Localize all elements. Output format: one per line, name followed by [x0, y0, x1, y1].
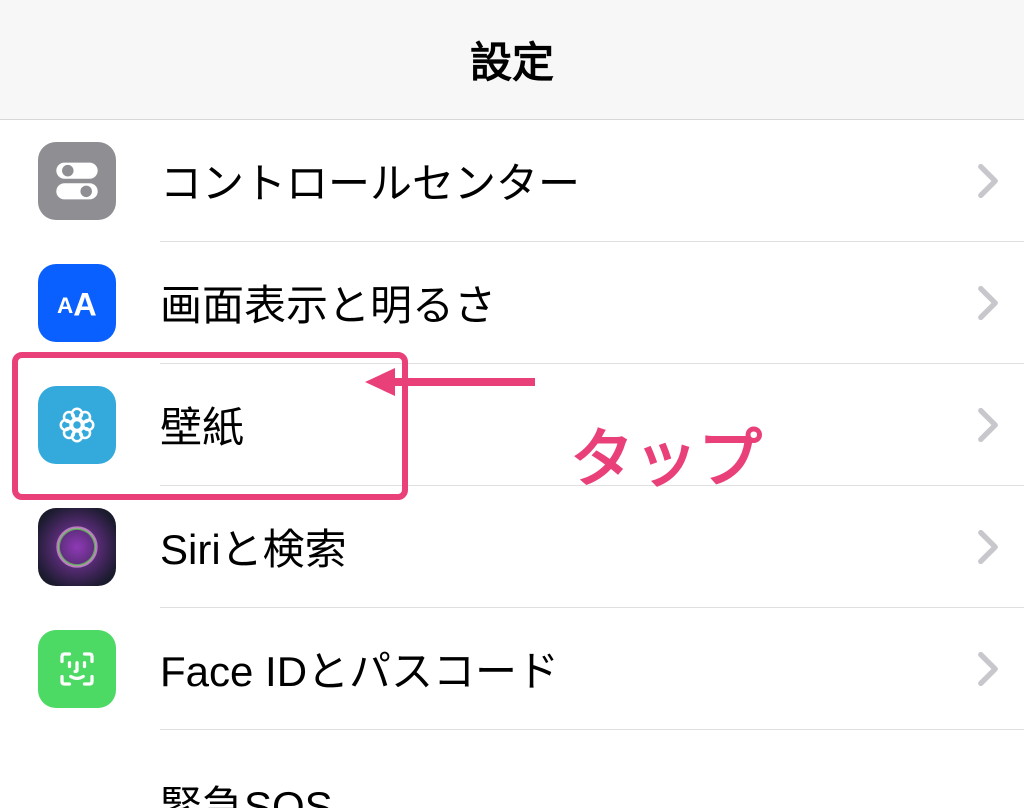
- face-id-icon: [38, 630, 116, 708]
- row-label: Face IDとパスコード: [160, 638, 559, 699]
- svg-text:A: A: [73, 286, 96, 322]
- control-center-icon: [38, 142, 116, 220]
- chevron-right-icon: [977, 163, 999, 199]
- row-siri-search[interactable]: Siriと検索: [160, 486, 1024, 608]
- row-display-brightness[interactable]: A A 画面表示と明るさ: [160, 242, 1024, 364]
- chevron-right-icon: [977, 407, 999, 443]
- row-emergency-sos[interactable]: SOS 緊急SOS: [160, 730, 1024, 808]
- chevron-right-icon: [977, 651, 999, 687]
- chevron-right-icon: [977, 529, 999, 565]
- page-title: 設定: [470, 29, 554, 90]
- row-label: 画面表示と明るさ: [160, 272, 496, 333]
- wallpaper-icon: [38, 386, 116, 464]
- row-label: コントロールセンター: [160, 150, 580, 211]
- settings-list: コントロールセンター A A 画面表示と明るさ: [0, 120, 1024, 808]
- svg-text:A: A: [57, 293, 73, 318]
- row-face-id-passcode[interactable]: Face IDとパスコード: [160, 608, 1024, 730]
- row-wallpaper[interactable]: 壁紙: [160, 364, 1024, 486]
- row-label: Siriと検索: [160, 516, 347, 577]
- row-label: 緊急SOS: [160, 773, 333, 808]
- siri-icon: [38, 508, 116, 586]
- display-brightness-icon: A A: [38, 264, 116, 342]
- row-control-center[interactable]: コントロールセンター: [160, 120, 1024, 242]
- row-label: 壁紙: [160, 394, 244, 455]
- chevron-right-icon: [977, 285, 999, 321]
- settings-header: 設定: [0, 0, 1024, 120]
